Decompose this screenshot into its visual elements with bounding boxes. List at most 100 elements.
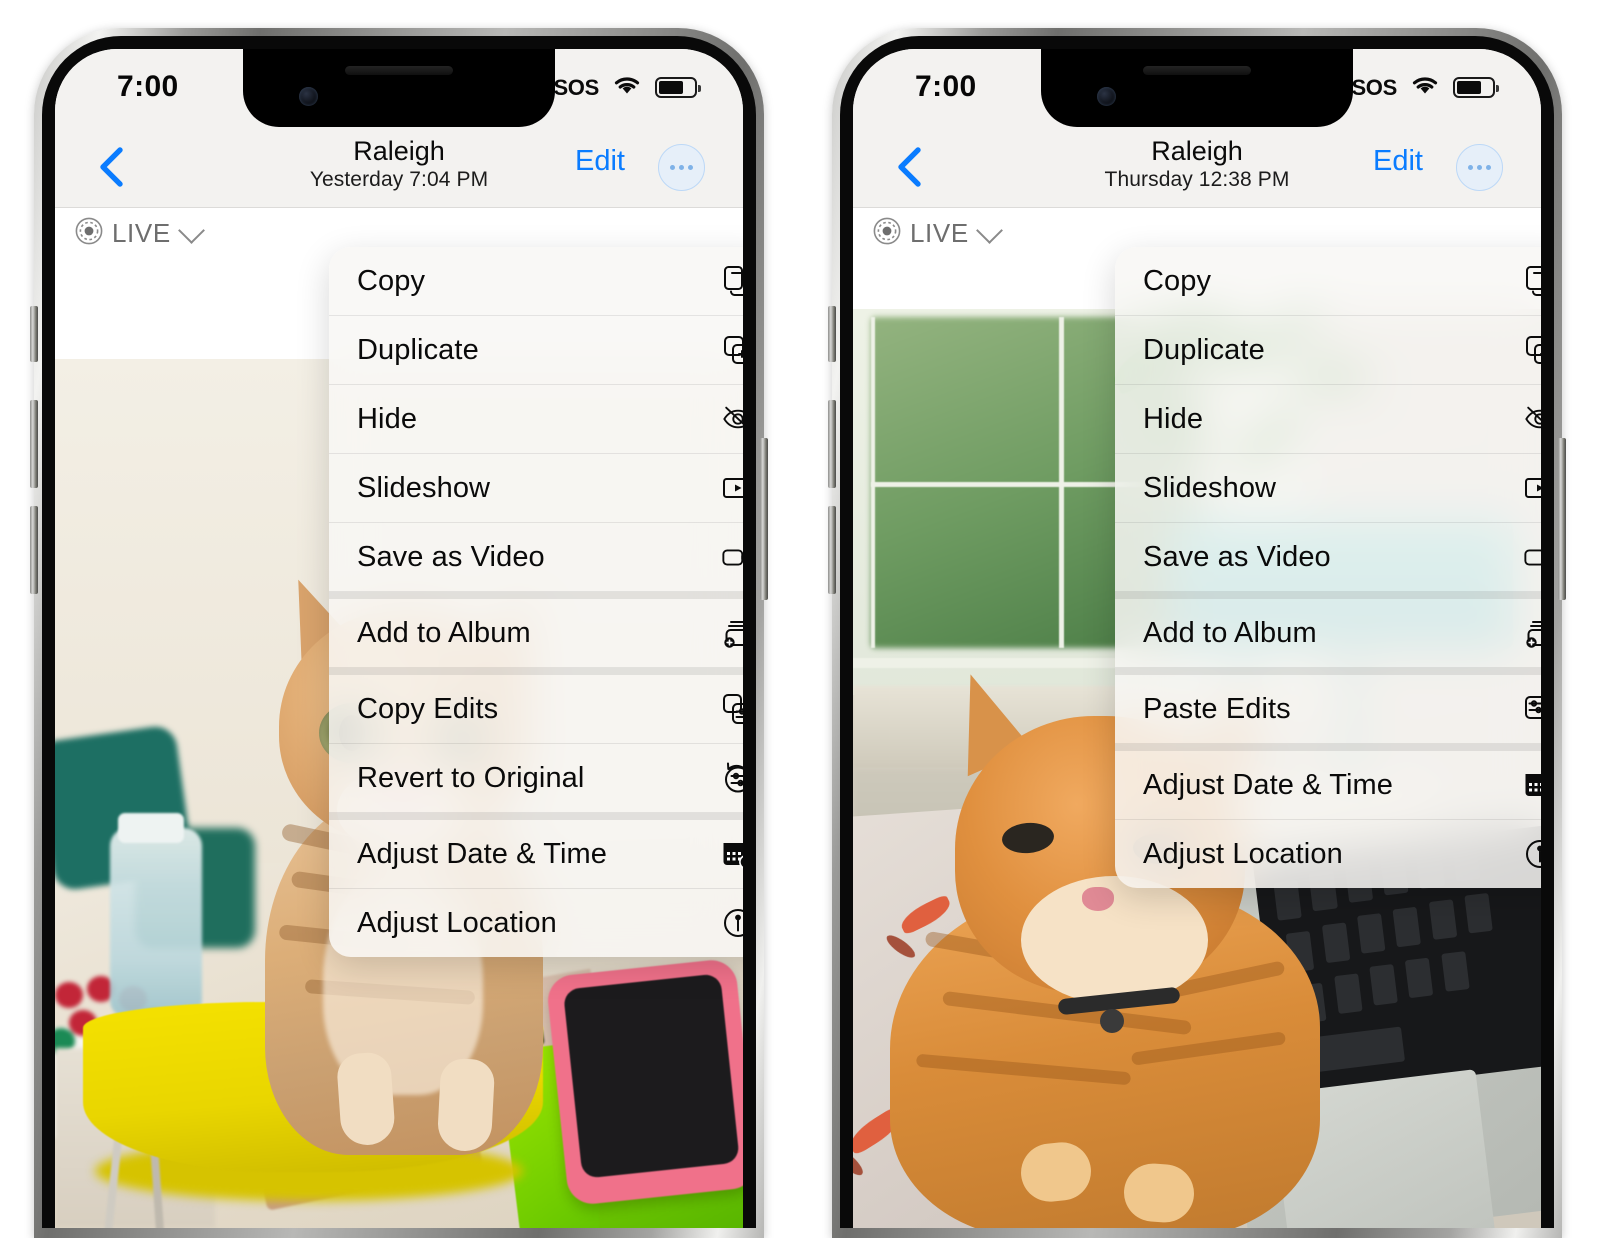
eye-slash-icon: [1523, 402, 1541, 436]
menu-item-copy[interactable]: Copy: [1115, 247, 1541, 316]
menu-item-copy-edits[interactable]: Copy Edits: [329, 668, 743, 744]
live-photo-badge[interactable]: LIVE: [75, 216, 205, 250]
menu-item-label: Adjust Location: [1143, 837, 1343, 870]
menu-item-label: Slideshow: [357, 471, 491, 504]
video-camera-icon: [721, 540, 743, 574]
menu-item-label: Add to Album: [1143, 616, 1317, 649]
front-camera-icon: [299, 87, 318, 106]
live-photo-icon: [873, 217, 901, 250]
volume-down-button[interactable]: [828, 506, 836, 594]
menu-item-slideshow[interactable]: Slideshow: [1115, 454, 1541, 523]
live-photo-icon: [75, 217, 103, 250]
live-photo-label: LIVE: [112, 218, 171, 248]
menu-item-label: Duplicate: [357, 333, 479, 366]
menu-item-label: Revert to Original: [357, 761, 585, 794]
volume-down-button[interactable]: [30, 506, 38, 594]
wifi-icon: [1409, 73, 1441, 102]
edit-button[interactable]: Edit: [575, 145, 625, 178]
status-time: 7:00: [915, 70, 977, 103]
status-indicators: SOS: [553, 73, 701, 102]
menu-item-add-to-album[interactable]: Add to Album: [329, 592, 743, 668]
menu-item-label: Slideshow: [1143, 471, 1277, 504]
calendar-clock-icon: [721, 837, 743, 871]
eye-slash-icon: [721, 402, 743, 436]
live-photo-badge[interactable]: LIVE: [873, 216, 1003, 250]
menu-item-label: Copy: [357, 264, 426, 297]
play-rectangle-icon: [1523, 471, 1541, 505]
volume-up-button[interactable]: [828, 400, 836, 488]
menu-item-duplicate[interactable]: Duplicate: [329, 316, 743, 385]
location-pin-icon: [721, 906, 743, 940]
menu-item-add-to-album[interactable]: Add to Album: [1115, 592, 1541, 668]
mute-switch-button[interactable]: [828, 306, 836, 362]
copy-icon: [721, 264, 743, 298]
menu-item-slideshow[interactable]: Slideshow: [329, 454, 743, 523]
chevron-down-icon: [975, 216, 1003, 244]
menu-item-hide[interactable]: Hide: [1115, 385, 1541, 454]
menu-item-save-as-video[interactable]: Save as Video: [1115, 523, 1541, 592]
edit-button[interactable]: Edit: [1373, 145, 1423, 178]
screenshot-canvas: 7:00 SOS Raleigh Yesterday 7:04 PM Edit …: [0, 0, 1600, 1238]
menu-item-label: Add to Album: [357, 616, 531, 649]
menu-item-save-as-video[interactable]: Save as Video: [329, 523, 743, 592]
wifi-icon: [611, 73, 643, 102]
chevron-down-icon: [177, 216, 205, 244]
earpiece-speaker: [1143, 66, 1251, 75]
power-button[interactable]: [1558, 438, 1566, 600]
mute-switch-button[interactable]: [30, 306, 38, 362]
photo-timestamp: Thursday 12:38 PM: [1104, 168, 1290, 192]
live-photo-label: LIVE: [910, 218, 969, 248]
power-button[interactable]: [760, 438, 768, 600]
nav-title-block: Raleigh Thursday 12:38 PM: [853, 136, 1541, 195]
page-title: Raleigh: [353, 136, 445, 166]
copy-icon: [1523, 264, 1541, 298]
add-to-album-icon: [1523, 616, 1541, 650]
sos-indicator: SOS: [1351, 74, 1397, 100]
menu-item-adjust-location[interactable]: Adjust Location: [1115, 820, 1541, 888]
duplicate-icon: [1523, 333, 1541, 367]
more-options-button[interactable]: [1456, 144, 1503, 191]
revert-icon: [721, 761, 743, 795]
more-options-button[interactable]: [658, 144, 705, 191]
menu-item-adjust-location[interactable]: Adjust Location: [329, 889, 743, 957]
navigation-bar: Raleigh Thursday 12:38 PM Edit: [853, 127, 1541, 208]
menu-item-hide[interactable]: Hide: [329, 385, 743, 454]
status-indicators: SOS: [1351, 73, 1499, 102]
add-to-album-icon: [721, 616, 743, 650]
menu-item-copy[interactable]: Copy: [329, 247, 743, 316]
battery-icon: [655, 77, 701, 98]
sos-indicator: SOS: [553, 74, 599, 100]
context-menu-left[interactable]: Copy Duplicate Hide Slideshow Save as Video A…: [329, 247, 743, 957]
phone-screen-left: 7:00 SOS Raleigh Yesterday 7:04 PM Edit …: [55, 49, 743, 1228]
status-time: 7:00: [117, 70, 179, 103]
video-camera-icon: [1523, 540, 1541, 574]
menu-item-adjust-date-time[interactable]: Adjust Date & Time: [329, 813, 743, 889]
menu-item-adjust-date-time[interactable]: Adjust Date & Time: [1115, 744, 1541, 820]
phone-right: 7:00 SOS Raleigh Thursday 12:38 PM Edit …: [828, 28, 1566, 1238]
notch: [243, 49, 555, 127]
menu-item-revert-to-original[interactable]: Revert to Original: [329, 744, 743, 813]
context-menu-right[interactable]: Copy Duplicate Hide Slideshow Save as Video A…: [1115, 247, 1541, 888]
menu-item-label: Copy: [1143, 264, 1212, 297]
menu-item-duplicate[interactable]: Duplicate: [1115, 316, 1541, 385]
menu-item-label: Save as Video: [1143, 540, 1331, 573]
copy-edits-icon: [721, 692, 743, 726]
menu-item-paste-edits[interactable]: Paste Edits: [1115, 668, 1541, 744]
photo-timestamp: Yesterday 7:04 PM: [309, 168, 489, 192]
page-title: Raleigh: [1151, 136, 1243, 166]
menu-item-label: Adjust Location: [357, 906, 557, 939]
menu-item-label: Adjust Date & Time: [357, 837, 608, 870]
menu-item-label: Adjust Date & Time: [1143, 768, 1394, 801]
phone-screen-right: 7:00 SOS Raleigh Thursday 12:38 PM Edit …: [853, 49, 1541, 1228]
notch: [1041, 49, 1353, 127]
location-pin-icon: [1523, 837, 1541, 871]
nav-title-block: Raleigh Yesterday 7:04 PM: [55, 136, 743, 195]
volume-up-button[interactable]: [30, 400, 38, 488]
front-camera-icon: [1097, 87, 1116, 106]
navigation-bar: Raleigh Yesterday 7:04 PM Edit: [55, 127, 743, 208]
menu-item-label: Hide: [1143, 402, 1204, 435]
menu-item-label: Hide: [357, 402, 418, 435]
paste-edits-icon: [1523, 692, 1541, 726]
phone-left: 7:00 SOS Raleigh Yesterday 7:04 PM Edit …: [30, 28, 768, 1238]
menu-item-label: Paste Edits: [1143, 692, 1291, 725]
